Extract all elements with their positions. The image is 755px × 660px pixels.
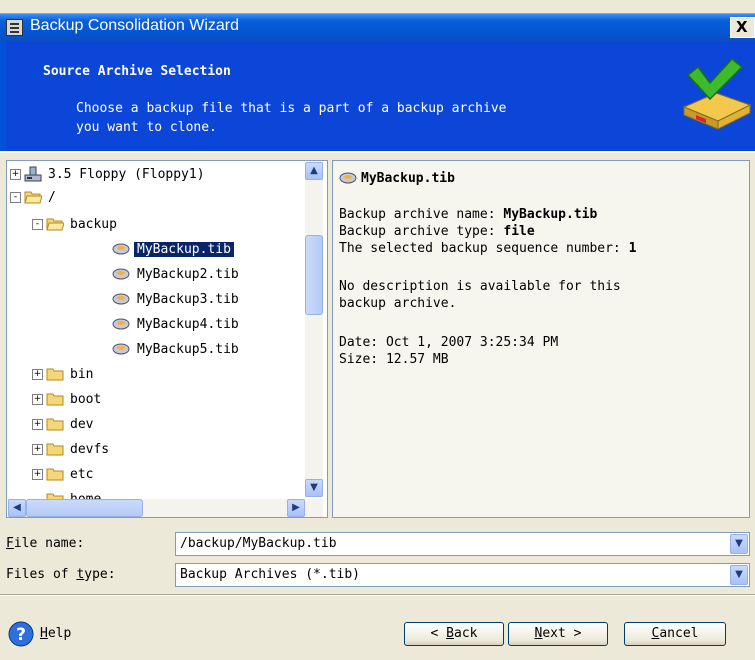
expand-icon[interactable]: + xyxy=(32,444,43,455)
tree-item-mybackup[interactable]: MyBackup.tib xyxy=(7,238,303,261)
tree-item-label: etc xyxy=(70,467,94,482)
page-title: Source Archive Selection xyxy=(43,64,231,79)
tree-item-dev[interactable]: + dev xyxy=(7,413,303,436)
folder-icon xyxy=(46,493,64,499)
tree-item-backup[interactable]: - backup xyxy=(7,213,303,236)
footer-divider xyxy=(0,594,755,596)
tree-item-label: MyBackup4.tib xyxy=(137,317,239,332)
tree-item-label: / xyxy=(48,190,56,205)
wizard-header: Source Archive Selection Choose a backup… xyxy=(0,41,755,151)
tree-item-label: MyBackup.tib xyxy=(134,242,234,257)
tree-item-bin[interactable]: + bin xyxy=(7,363,303,386)
expand-icon[interactable]: + xyxy=(32,469,43,480)
title-bar[interactable]: Backup Consolidation Wizard X xyxy=(0,13,755,41)
page-description: Choose a backup file that is a part of a… xyxy=(76,101,507,135)
info-archive-name: Backup archive name: MyBackup.tib xyxy=(339,207,597,222)
open-folder-icon xyxy=(24,191,42,204)
folder-tree[interactable]: + 3.5 Floppy (Floppy1) - / - backup MyBa… xyxy=(6,160,328,518)
scroll-thumb[interactable] xyxy=(26,499,143,517)
backup-archive-icon xyxy=(112,268,130,280)
backup-archive-icon xyxy=(112,293,130,305)
tree-item-label: MyBackup3.tib xyxy=(137,292,239,307)
expand-icon[interactable]: + xyxy=(32,394,43,405)
folder-icon xyxy=(46,443,64,456)
folder-icon xyxy=(46,393,64,406)
tree-item-label: home xyxy=(70,488,101,499)
file-name-input[interactable]: /backup/MyBackup.tib ▼ xyxy=(175,532,750,556)
tree-item-mybackup3[interactable]: MyBackup3.tib xyxy=(7,288,303,311)
info-label: Backup archive type: xyxy=(339,224,504,239)
info-value: 1 xyxy=(628,241,637,256)
scroll-up-icon[interactable]: ▲ xyxy=(305,162,323,180)
tree-horizontal-scrollbar[interactable]: ◀ ▶ xyxy=(8,499,323,517)
tree-item-label: dev xyxy=(70,417,94,432)
tree-item-label: boot xyxy=(70,392,102,407)
tree-item-label: backup xyxy=(70,217,117,232)
file-type-value: Backup Archives (*.tib) xyxy=(180,567,361,582)
backup-archive-icon xyxy=(112,243,130,255)
expand-icon[interactable]: + xyxy=(32,419,43,430)
folder-icon xyxy=(46,468,64,481)
tree-item-mybackup4[interactable]: MyBackup4.tib xyxy=(7,313,303,336)
tree-vertical-scrollbar[interactable]: ▲ ▼ xyxy=(305,162,323,497)
backup-archive-icon xyxy=(112,343,130,355)
file-name-value: /backup/MyBackup.tib xyxy=(180,536,337,551)
scroll-right-icon[interactable]: ▶ xyxy=(287,499,305,517)
file-name-label: File name: xyxy=(6,536,85,551)
close-button[interactable]: X xyxy=(730,17,755,38)
help-button[interactable]: Help xyxy=(40,626,71,641)
tree-item-label: devfs xyxy=(70,442,110,457)
tree-item-home[interactable]: home xyxy=(7,488,303,499)
wizard-archive-icon xyxy=(682,57,752,130)
open-folder-icon xyxy=(46,218,64,231)
svg-text:?: ? xyxy=(16,625,26,645)
file-type-select[interactable]: Backup Archives (*.tib) ▼ xyxy=(175,563,750,587)
backup-archive-icon xyxy=(339,172,357,184)
window-title: Backup Consolidation Wizard xyxy=(30,17,239,34)
file-type-label: Files of type: xyxy=(6,567,116,582)
tree-item-floppy[interactable]: + 3.5 Floppy (Floppy1) xyxy=(7,163,303,186)
tree-item-boot[interactable]: + boot xyxy=(7,388,303,411)
folder-icon xyxy=(46,368,64,381)
info-label: The selected backup sequence number: xyxy=(339,241,629,256)
info-value: MyBackup.tib xyxy=(503,207,598,222)
collapse-icon[interactable]: - xyxy=(32,219,43,230)
scroll-left-icon[interactable]: ◀ xyxy=(8,499,26,517)
info-archive-type: Backup archive type: file xyxy=(339,224,535,239)
tree-item-label: 3.5 Floppy (Floppy1) xyxy=(48,167,205,182)
info-date: Date: Oct 1, 2007 3:25:34 PM xyxy=(339,335,559,350)
tree-item-devfs[interactable]: + devfs xyxy=(7,438,303,461)
info-label: Backup archive name: xyxy=(339,207,504,222)
expand-icon[interactable]: + xyxy=(32,369,43,380)
info-value: file xyxy=(503,224,535,239)
info-sequence-number: The selected backup sequence number: 1 xyxy=(339,241,636,256)
expand-icon[interactable]: + xyxy=(10,169,21,180)
scroll-down-icon[interactable]: ▼ xyxy=(305,479,323,497)
info-file-name: MyBackup.tib xyxy=(361,171,455,186)
tree-item-mybackup2[interactable]: MyBackup2.tib xyxy=(7,263,303,286)
back-button[interactable]: < Back xyxy=(404,622,504,646)
archive-info-panel: MyBackup.tib Backup archive name: MyBack… xyxy=(332,160,750,518)
cancel-button[interactable]: Cancel xyxy=(624,622,726,646)
info-description-line: backup archive. xyxy=(339,296,457,311)
tree-item-label: bin xyxy=(70,367,94,382)
tree-item-mybackup5[interactable]: MyBackup5.tib xyxy=(7,338,303,361)
chevron-down-icon[interactable]: ▼ xyxy=(730,565,748,585)
header-divider xyxy=(0,151,755,153)
collapse-icon[interactable]: - xyxy=(10,192,21,203)
backup-archive-icon xyxy=(112,318,130,330)
info-size: Size: 12.57 MB xyxy=(339,352,449,367)
chevron-down-icon[interactable]: ▼ xyxy=(730,534,748,554)
info-description-line: No description is available for this xyxy=(339,279,621,294)
window-menu-icon[interactable] xyxy=(6,19,23,36)
folder-icon xyxy=(46,418,64,431)
next-button[interactable]: Next > xyxy=(508,622,608,646)
scroll-thumb[interactable] xyxy=(305,235,323,315)
tree-item-root[interactable]: - / xyxy=(7,186,303,209)
floppy-drive-icon xyxy=(24,166,42,182)
tree-item-etc[interactable]: + etc xyxy=(7,463,303,486)
tree-item-label: MyBackup5.tib xyxy=(137,342,239,357)
help-icon[interactable]: ? xyxy=(8,621,34,647)
tree-item-label: MyBackup2.tib xyxy=(137,267,239,282)
